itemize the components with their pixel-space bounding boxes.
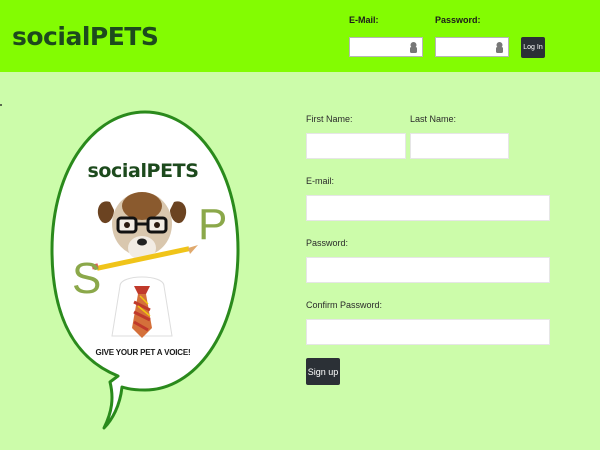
header-password-label: Password: xyxy=(435,15,481,25)
email-label: E-mail: xyxy=(306,176,335,186)
email-input[interactable] xyxy=(306,195,550,221)
confirm-password-input[interactable] xyxy=(306,319,550,345)
top-header: socialPETS E-Mail: Password: Log In xyxy=(0,0,600,72)
logo-title: socialPETS xyxy=(87,160,199,182)
first-name-label: First Name: xyxy=(306,114,353,124)
password-label: Password: xyxy=(306,238,349,248)
password-manager-icon[interactable] xyxy=(408,41,419,53)
logo-bubble: socialPETS S P GIVE YOUR PET A VOICE! xyxy=(48,106,244,434)
last-name-label: Last Name: xyxy=(410,114,457,124)
logo-letter-p: P xyxy=(198,200,228,249)
password-manager-icon[interactable] xyxy=(494,41,505,53)
brand-logo-text[interactable]: socialPETS xyxy=(12,22,159,51)
last-name-input[interactable] xyxy=(410,133,509,159)
confirm-password-label: Confirm Password: xyxy=(306,300,383,310)
signup-button[interactable]: Sign up xyxy=(306,358,340,385)
header-password-input[interactable] xyxy=(435,37,509,57)
login-button[interactable]: Log In xyxy=(521,37,545,58)
first-name-input[interactable] xyxy=(306,133,406,159)
header-email-label: E-Mail: xyxy=(349,15,379,25)
stray-dot xyxy=(0,104,2,106)
password-input[interactable] xyxy=(306,257,550,283)
logo-letter-s: S xyxy=(72,254,102,303)
header-email-input[interactable] xyxy=(349,37,423,57)
logo-tagline: GIVE YOUR PET A VOICE! xyxy=(95,348,191,357)
